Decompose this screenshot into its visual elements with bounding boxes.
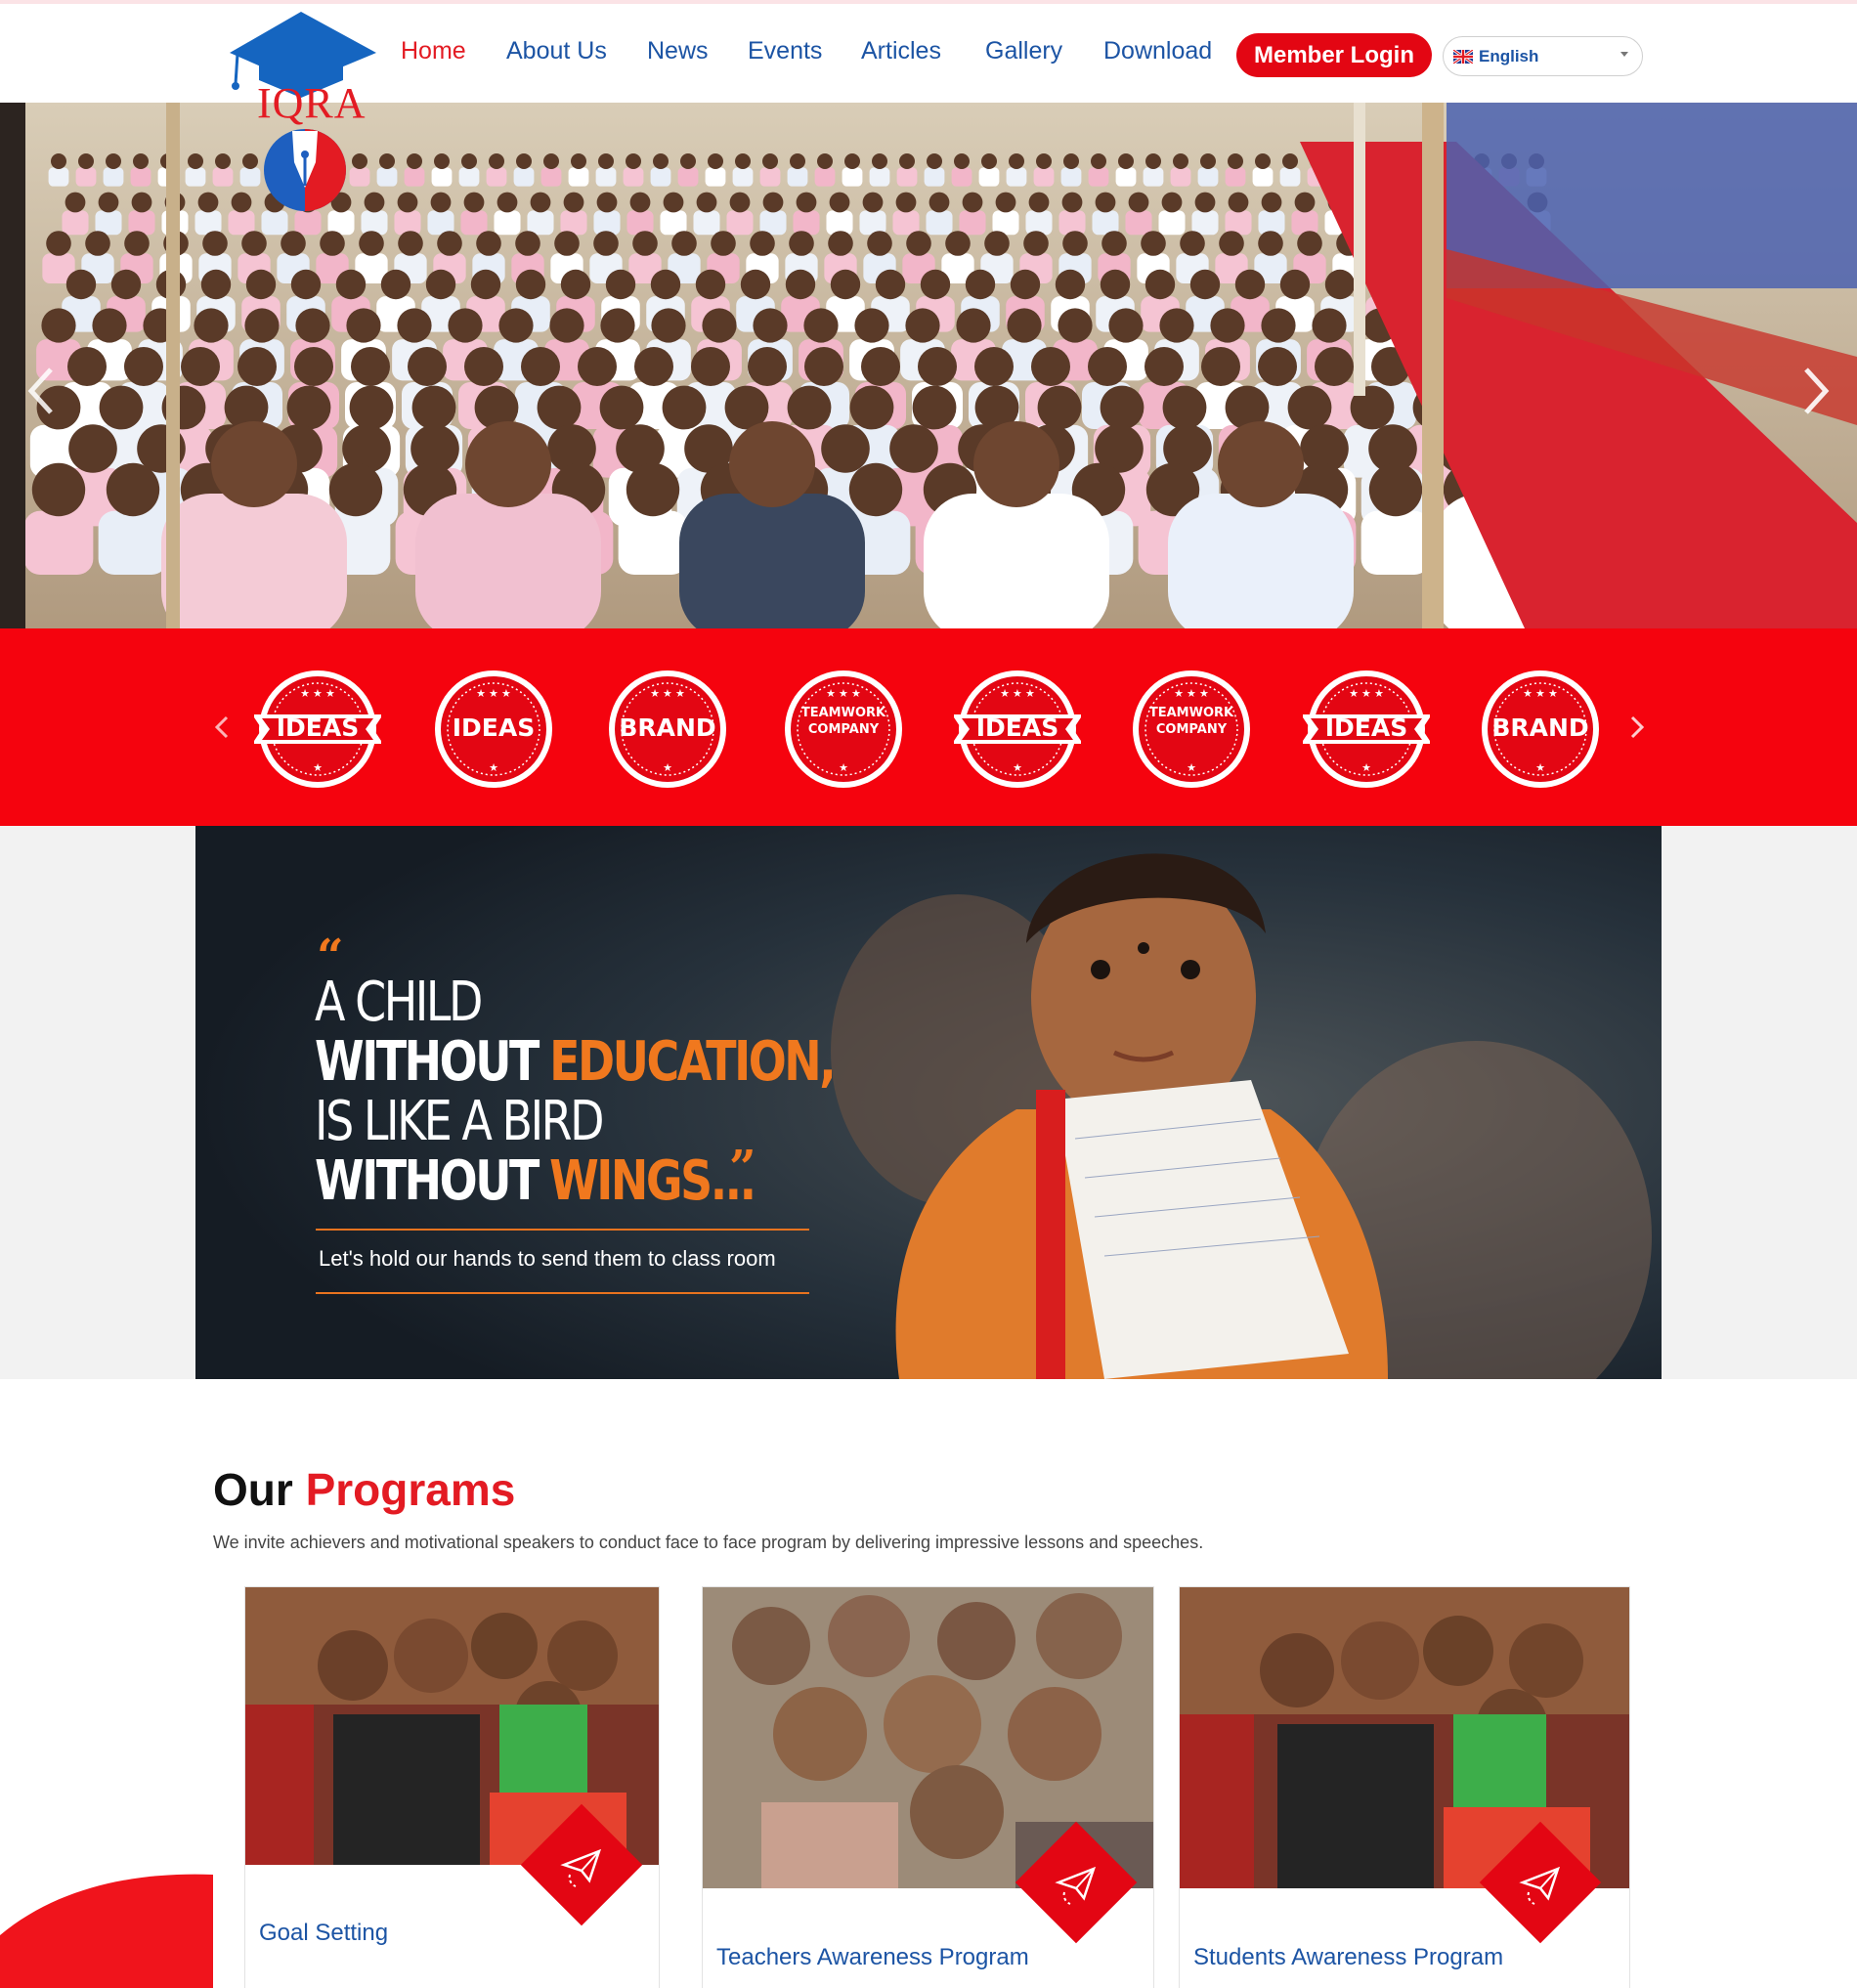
svg-text:★: ★ <box>489 762 498 774</box>
svg-text:★: ★ <box>1361 762 1371 774</box>
programs-heading-a: Our <box>213 1464 293 1515</box>
badge-label: TEAMWORK COMPANY <box>800 706 886 737</box>
nav-download[interactable]: Download <box>1103 37 1212 65</box>
quote-banner: “ A CHILD WITHOUT EDUCATION, IS LIKE A B… <box>195 826 1662 1379</box>
quote-section: “ A CHILD WITHOUT EDUCATION, IS LIKE A B… <box>0 826 1857 1379</box>
svg-text:★ ★ ★: ★ ★ ★ <box>1349 688 1384 700</box>
partner-badge[interactable]: ★ ★ ★ ★ IDEAS <box>252 666 383 793</box>
logo-text: IQRA <box>257 79 367 127</box>
svg-text:★ ★ ★: ★ ★ ★ <box>1174 688 1209 700</box>
badge-label: IDEAS <box>1324 713 1408 742</box>
quote-line-3: IS LIKE A BIRD <box>315 1090 604 1153</box>
paper-plane-icon <box>560 1848 602 1887</box>
nav-articles[interactable]: Articles <box>861 37 941 65</box>
hero-next-arrow[interactable] <box>1796 362 1835 420</box>
svg-text:★: ★ <box>1187 762 1196 774</box>
partner-badge-carousel: ★ ★ ★ ★ IDEAS ★ ★ ★ ★ IDEAS ★ ★ ★ ★ BRAND ★ ★ ★ ★ T… <box>0 628 1857 826</box>
dropdown-caret-icon <box>1620 52 1628 57</box>
program-card-teachers-awareness[interactable]: Teachers Awareness Program <box>702 1586 1154 1988</box>
uk-flag-icon <box>1453 49 1473 64</box>
quote-line-2b: EDUCATION, <box>549 1030 837 1094</box>
badge-label: IDEAS <box>975 713 1059 742</box>
partner-badge[interactable]: ★ ★ ★ ★ IDEAS <box>430 666 557 793</box>
quote-subtitle: Let's hold our hands to send them to cla… <box>319 1246 776 1271</box>
badge-label: IDEAS <box>276 713 360 742</box>
nav-about-us[interactable]: About Us <box>506 37 607 65</box>
svg-text:★: ★ <box>839 762 848 774</box>
quote-divider-bottom <box>316 1292 809 1294</box>
programs-heading-b: Programs <box>305 1464 516 1515</box>
svg-text:★ ★ ★: ★ ★ ★ <box>1523 688 1558 700</box>
member-login-button[interactable]: Member Login <box>1236 33 1432 77</box>
partner-badge[interactable]: ★ ★ ★ ★ TEAMWORK COMPANY <box>1128 666 1255 793</box>
quote-text: A CHILD WITHOUT EDUCATION, IS LIKE A BIR… <box>315 972 948 1211</box>
nav-events[interactable]: Events <box>748 37 822 65</box>
badge-label: IDEAS <box>452 713 536 742</box>
svg-text:★ ★ ★: ★ ★ ★ <box>650 688 685 700</box>
svg-text:★ ★ ★: ★ ★ ★ <box>1000 688 1035 700</box>
nav-news[interactable]: News <box>647 37 709 65</box>
program-card-title[interactable]: Teachers Awareness Program <box>716 1944 1029 1971</box>
program-card-title[interactable]: Students Awareness Program <box>1193 1944 1503 1971</box>
svg-text:★: ★ <box>313 762 323 774</box>
badge-prev-arrow[interactable] <box>211 713 233 742</box>
decorative-red-swoosh <box>0 1874 213 1988</box>
svg-text:★ ★ ★: ★ ★ ★ <box>476 688 511 700</box>
badge-label: BRAND <box>1491 713 1589 742</box>
programs-heading: Our Programs <box>213 1463 515 1516</box>
programs-description: We invite achievers and motivational spe… <box>213 1533 1204 1552</box>
close-quote-icon: ” <box>729 1141 756 1195</box>
partner-badge[interactable]: ★ ★ ★ ★ IDEAS <box>952 666 1083 793</box>
quote-line-1: A CHILD <box>315 971 483 1034</box>
svg-text:★: ★ <box>663 762 672 774</box>
paper-plane-icon <box>1055 1866 1097 1905</box>
program-card-goal-setting[interactable]: Goal Setting <box>244 1586 660 1988</box>
badge-label: TEAMWORK COMPANY <box>1148 706 1234 737</box>
partner-badge[interactable]: ★ ★ ★ ★ BRAND <box>604 666 731 793</box>
badge-next-arrow[interactable] <box>1626 713 1648 742</box>
quote-line-4a: WITHOUT <box>315 1149 540 1213</box>
svg-text:★: ★ <box>1535 762 1545 774</box>
quote-line-4b: WINGS... <box>549 1149 756 1213</box>
partner-badge[interactable]: ★ ★ ★ ★ IDEAS <box>1301 666 1432 793</box>
paper-plane-icon <box>1519 1866 1561 1905</box>
partner-badge[interactable]: ★ ★ ★ ★ BRAND <box>1477 666 1604 793</box>
program-card-title[interactable]: Goal Setting <box>259 1920 388 1947</box>
svg-text:★ ★ ★: ★ ★ ★ <box>300 688 335 700</box>
svg-text:★ ★ ★: ★ ★ ★ <box>826 688 861 700</box>
svg-text:★: ★ <box>1013 762 1022 774</box>
program-card-students-awareness[interactable]: Students Awareness Program <box>1179 1586 1630 1988</box>
quote-divider-top <box>316 1229 809 1231</box>
badge-label: BRAND <box>619 713 716 742</box>
language-selected: English <box>1479 46 1539 65</box>
hero-prev-arrow[interactable] <box>22 362 61 420</box>
quote-line-2a: WITHOUT <box>315 1030 540 1094</box>
nav-home[interactable]: Home <box>401 37 466 65</box>
site-logo[interactable]: IQRA <box>228 8 384 213</box>
language-select[interactable]: English <box>1443 36 1643 76</box>
partner-badge[interactable]: ★ ★ ★ ★ TEAMWORK COMPANY <box>780 666 907 793</box>
nav-gallery[interactable]: Gallery <box>985 37 1062 65</box>
